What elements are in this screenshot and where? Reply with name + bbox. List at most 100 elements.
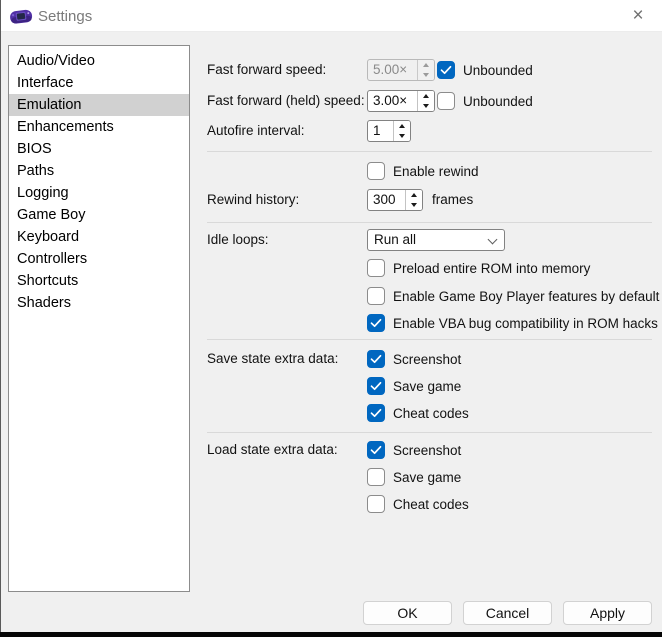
up-arrow-icon <box>423 94 429 98</box>
load-savegame-label[interactable]: Save game <box>393 470 461 485</box>
load-state-extra-label: Load state extra data: <box>207 439 338 461</box>
window-title: Settings <box>38 8 92 25</box>
autofire-interval-spinbox[interactable]: 1 <box>367 120 411 142</box>
spin-buttons <box>405 190 422 210</box>
enable-rewind-checkbox[interactable] <box>367 162 385 180</box>
sidebar-item-paths[interactable]: Paths <box>9 160 189 182</box>
ffh-unbounded-checkbox[interactable] <box>437 92 455 110</box>
spin-down-button[interactable] <box>418 101 434 111</box>
load-cheatcodes-label[interactable]: Cheat codes <box>393 497 469 512</box>
ff-held-speed-label: Fast forward (held) speed: <box>207 90 365 112</box>
mgba-app-icon <box>9 6 33 26</box>
sidebar-item-shortcuts[interactable]: Shortcuts <box>9 270 189 292</box>
idle-loops-dropdown[interactable]: Run all <box>367 229 505 251</box>
save-savegame-label[interactable]: Save game <box>393 379 461 394</box>
settings-dialog: Settings × Audio/Video Interface Emulati… <box>0 0 662 637</box>
checkmark-icon <box>440 65 452 75</box>
spin-up-button[interactable] <box>418 91 434 101</box>
checkmark-icon <box>370 354 382 364</box>
load-savegame-checkbox[interactable] <box>367 468 385 486</box>
sidebar-item-keyboard[interactable]: Keyboard <box>9 226 189 248</box>
separator <box>207 339 652 340</box>
spin-up-button[interactable] <box>406 190 422 200</box>
preload-rom-label[interactable]: Preload entire ROM into memory <box>393 261 590 276</box>
sidebar-item-audio-video[interactable]: Audio/Video <box>9 50 189 72</box>
ff-unbounded-row: Unbounded <box>437 59 533 81</box>
rewind-history-spinbox[interactable]: 300 <box>367 189 423 211</box>
up-arrow-icon <box>399 124 405 128</box>
load-cheatcodes-checkbox[interactable] <box>367 495 385 513</box>
save-savegame-checkbox[interactable] <box>367 377 385 395</box>
spin-up-button[interactable] <box>418 60 434 70</box>
ff-unbounded-checkbox[interactable] <box>437 61 455 79</box>
sidebar-item-shaders[interactable]: Shaders <box>9 292 189 314</box>
vba-bug-compat-label[interactable]: Enable VBA bug compatibility in ROM hack… <box>393 316 658 331</box>
window-bottom-edge <box>0 632 662 637</box>
separator <box>207 222 652 223</box>
spin-down-button[interactable] <box>394 131 410 141</box>
enable-rewind-row: Enable rewind <box>367 160 479 182</box>
fast-forward-speed-spinbox[interactable]: 5.00× <box>367 59 435 81</box>
sidebar-item-interface[interactable]: Interface <box>9 72 189 94</box>
ffh-unbounded-row: Unbounded <box>437 90 533 112</box>
spin-down-button[interactable] <box>418 70 434 80</box>
vba-bug-compat-checkbox[interactable] <box>367 314 385 332</box>
checkmark-icon <box>370 445 382 455</box>
load-screenshot-row: Screenshot <box>367 439 461 461</box>
spin-up-button[interactable] <box>394 121 410 131</box>
down-arrow-icon <box>423 73 429 77</box>
fast-forward-speed-label: Fast forward speed: <box>207 59 326 81</box>
save-cheatcodes-label[interactable]: Cheat codes <box>393 406 469 421</box>
rewind-history-value[interactable]: 300 <box>368 190 405 210</box>
chevron-down-icon <box>488 235 498 245</box>
sidebar-item-logging[interactable]: Logging <box>9 182 189 204</box>
frames-suffix-label: frames <box>432 189 473 211</box>
autofire-interval-value[interactable]: 1 <box>368 121 393 141</box>
gbp-features-label[interactable]: Enable Game Boy Player features by defau… <box>393 289 659 304</box>
sidebar-item-game-boy[interactable]: Game Boy <box>9 204 189 226</box>
titlebar: Settings × <box>0 0 662 32</box>
spin-down-button[interactable] <box>406 200 422 210</box>
apply-button[interactable]: Apply <box>563 601 652 625</box>
settings-category-list: Audio/Video Interface Emulation Enhancem… <box>8 45 190 592</box>
save-cheatcodes-row: Cheat codes <box>367 402 469 424</box>
save-screenshot-checkbox[interactable] <box>367 350 385 368</box>
checkmark-icon <box>370 408 382 418</box>
sidebar-item-bios[interactable]: BIOS <box>9 138 189 160</box>
idle-loops-selected-value: Run all <box>374 232 416 247</box>
preload-rom-row: Preload entire ROM into memory <box>367 257 590 279</box>
close-icon[interactable]: × <box>622 1 654 31</box>
ff-held-speed-value[interactable]: 3.00× <box>368 91 417 111</box>
idle-loops-label: Idle loops: <box>207 229 269 251</box>
separator <box>207 151 652 152</box>
spin-buttons <box>393 121 410 141</box>
save-savegame-row: Save game <box>367 375 461 397</box>
save-cheatcodes-checkbox[interactable] <box>367 404 385 422</box>
ff-unbounded-label[interactable]: Unbounded <box>463 63 533 78</box>
load-screenshot-checkbox[interactable] <box>367 441 385 459</box>
gbp-features-row: Enable Game Boy Player features by defau… <box>367 285 659 307</box>
cancel-button[interactable]: Cancel <box>463 601 552 625</box>
sidebar-item-enhancements[interactable]: Enhancements <box>9 116 189 138</box>
rewind-history-label: Rewind history: <box>207 189 299 211</box>
separator <box>207 432 652 433</box>
down-arrow-icon <box>399 134 405 138</box>
preload-rom-checkbox[interactable] <box>367 259 385 277</box>
enable-rewind-label[interactable]: Enable rewind <box>393 164 479 179</box>
fast-forward-speed-value[interactable]: 5.00× <box>368 60 417 80</box>
sidebar-item-emulation[interactable]: Emulation <box>9 94 189 116</box>
ff-held-speed-spinbox[interactable]: 3.00× <box>367 90 435 112</box>
sidebar-item-controllers[interactable]: Controllers <box>9 248 189 270</box>
load-screenshot-label[interactable]: Screenshot <box>393 443 461 458</box>
gbp-features-checkbox[interactable] <box>367 287 385 305</box>
up-arrow-icon <box>411 193 417 197</box>
vba-bug-compat-row: Enable VBA bug compatibility in ROM hack… <box>367 312 658 334</box>
load-cheatcodes-row: Cheat codes <box>367 493 469 515</box>
checkmark-icon <box>370 318 382 328</box>
save-state-extra-label: Save state extra data: <box>207 348 338 370</box>
down-arrow-icon <box>411 203 417 207</box>
ffh-unbounded-label[interactable]: Unbounded <box>463 94 533 109</box>
spin-buttons <box>417 60 434 80</box>
save-screenshot-label[interactable]: Screenshot <box>393 352 461 367</box>
ok-button[interactable]: OK <box>363 601 452 625</box>
